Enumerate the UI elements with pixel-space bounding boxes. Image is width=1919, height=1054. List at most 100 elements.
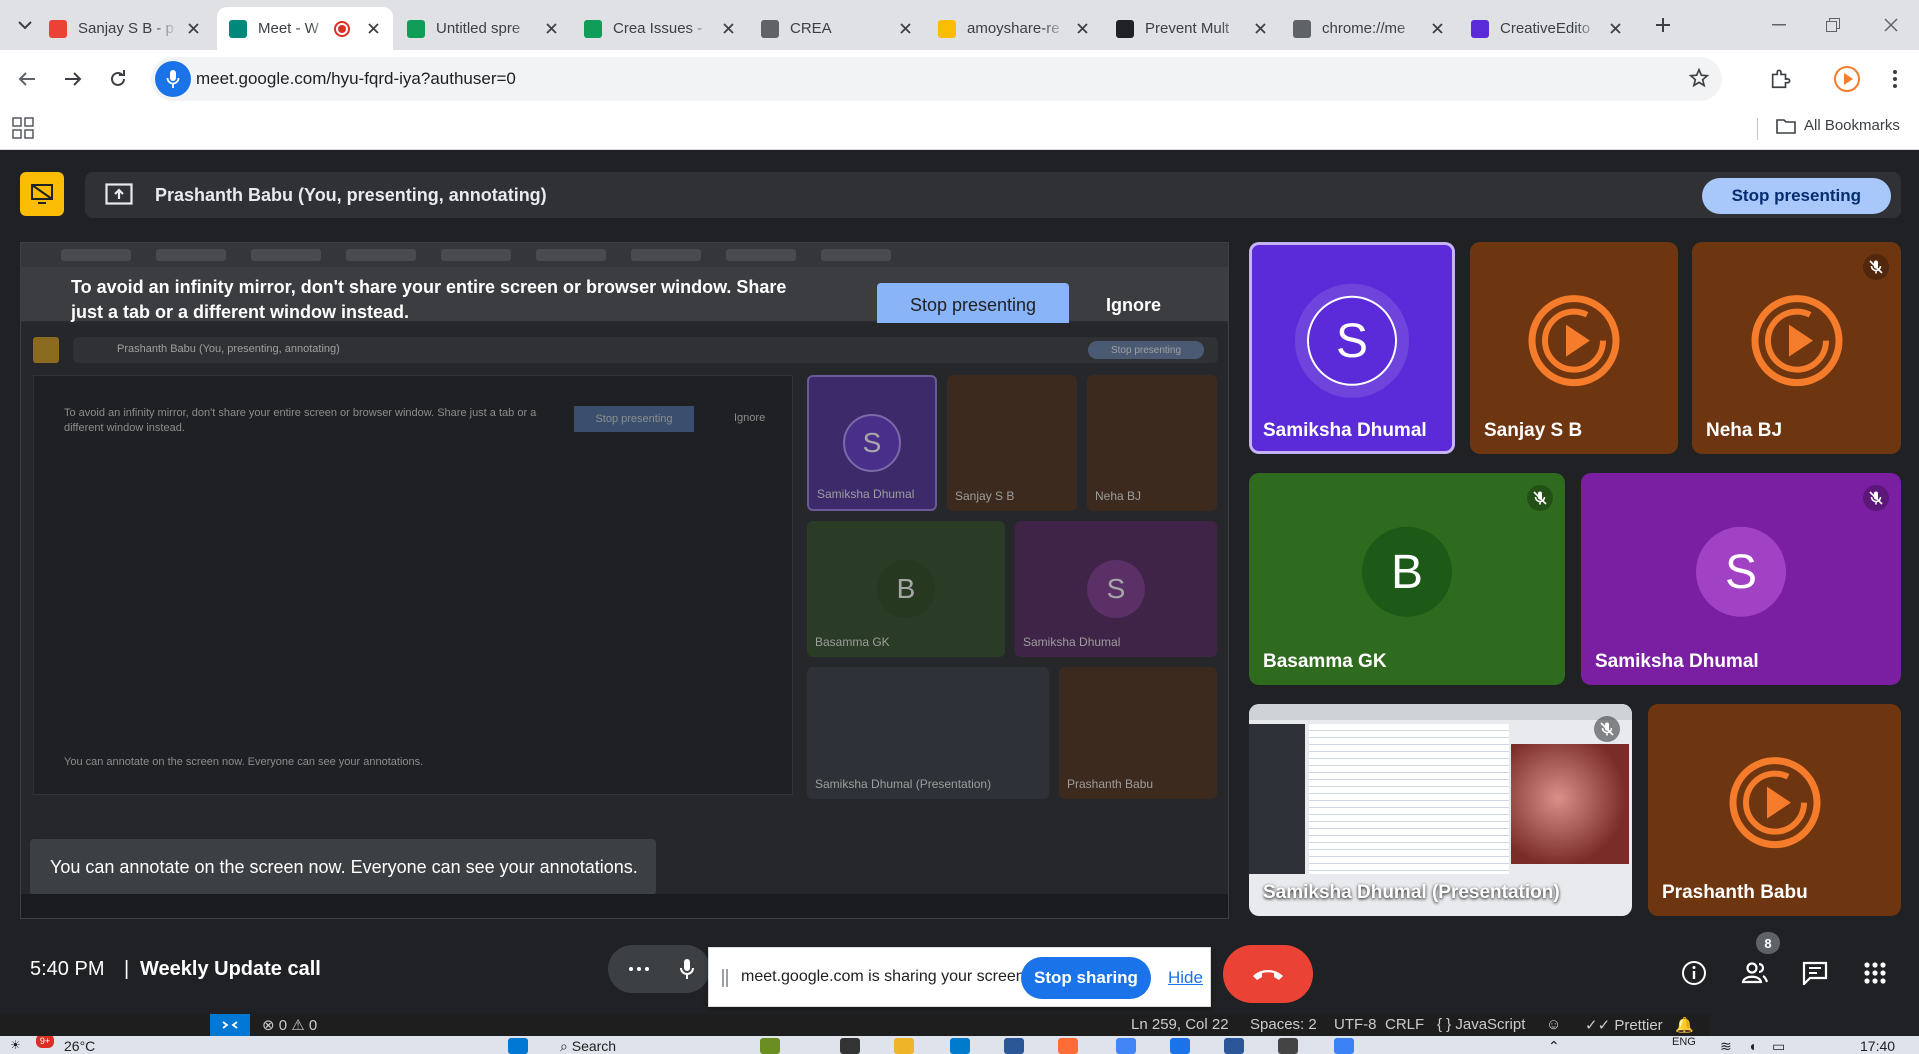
close-tab-icon[interactable]: [895, 18, 915, 38]
app-icon[interactable]: [1170, 1038, 1190, 1054]
people-button[interactable]: [1740, 958, 1770, 988]
close-tab-icon[interactable]: [1072, 18, 1092, 38]
remote-indicator[interactable]: [210, 1014, 250, 1036]
chat-button[interactable]: [1800, 958, 1830, 988]
maximize-button[interactable]: [1820, 12, 1846, 38]
taskbar-search[interactable]: ⌕ Search: [560, 1038, 616, 1054]
stop-sharing-button[interactable]: Stop sharing: [1021, 957, 1151, 999]
browser-tab[interactable]: Untitled spre: [395, 7, 571, 50]
chevron-up-icon[interactable]: ⌃: [1548, 1038, 1560, 1054]
warning-icon: ⚠: [291, 1017, 305, 1034]
indentation[interactable]: Spaces: 2: [1250, 1016, 1317, 1033]
language-mode[interactable]: { } JavaScript: [1437, 1016, 1525, 1033]
nested-tile: Prashanth Babu: [1059, 667, 1217, 799]
minimize-button[interactable]: [1766, 12, 1792, 38]
voice-search-button[interactable]: [155, 61, 191, 97]
more-options-button[interactable]: [622, 953, 656, 985]
browser-tab[interactable]: amoyshare-re: [926, 7, 1102, 50]
chrome-icon[interactable]: [1116, 1038, 1136, 1054]
windows-start-icon[interactable]: [508, 1038, 528, 1054]
extensions-button[interactable]: [1765, 64, 1795, 94]
encoding[interactable]: UTF-8: [1334, 1016, 1377, 1033]
warning-stop-presenting-button[interactable]: Stop presenting: [877, 283, 1069, 327]
back-button[interactable]: [12, 64, 42, 94]
address-bar[interactable]: meet.google.com/hyu-fqrd-iya?authuser=0: [151, 57, 1722, 101]
participant-tile[interactable]: S Samiksha Dhumal: [1249, 242, 1455, 454]
close-tab-icon[interactable]: [1427, 18, 1447, 38]
line-ending[interactable]: CRLF: [1385, 1016, 1424, 1033]
app-icon[interactable]: [1334, 1038, 1354, 1054]
app-icon[interactable]: [1004, 1038, 1024, 1054]
close-tab-icon[interactable]: [183, 18, 203, 38]
close-window-button[interactable]: [1878, 12, 1904, 38]
meeting-details-button[interactable]: [1679, 958, 1709, 988]
url-text[interactable]: meet.google.com/hyu-fqrd-iya?authuser=0: [196, 69, 516, 89]
participant-tile[interactable]: Sanjay S B: [1470, 242, 1678, 454]
problems-indicator[interactable]: ⊗ 0 ⚠ 0: [262, 1016, 317, 1034]
profile-logo-icon: [1834, 66, 1860, 92]
participant-tile[interactable]: Samiksha Dhumal (Presentation): [1249, 704, 1632, 916]
notifications-icon[interactable]: 🔔: [1675, 1016, 1694, 1034]
battery-icon[interactable]: ▭: [1772, 1038, 1785, 1054]
browser-tab[interactable]: CreativeEdito: [1459, 7, 1635, 50]
browser-tab[interactable]: chrome://me: [1281, 7, 1457, 50]
word-icon[interactable]: [1224, 1038, 1244, 1054]
prettier-status[interactable]: ✓✓ Prettier: [1585, 1016, 1663, 1034]
cursor-position[interactable]: Ln 259, Col 22: [1131, 1016, 1229, 1033]
new-tab-button[interactable]: [1650, 12, 1676, 38]
participant-tile[interactable]: Neha BJ: [1692, 242, 1901, 454]
microphone-icon: [166, 70, 180, 88]
clock[interactable]: 17:40: [1860, 1038, 1895, 1054]
warning-ignore-button[interactable]: Ignore: [1106, 283, 1161, 327]
drag-handle-icon[interactable]: [722, 969, 728, 987]
tab-search-button[interactable]: [12, 13, 38, 37]
screen-share-notification: meet.google.com is sharing your screen. …: [708, 947, 1211, 1007]
browser-tab[interactable]: Sanjay S B - p: [37, 7, 213, 50]
terminal-icon[interactable]: [1278, 1038, 1298, 1054]
temperature[interactable]: 26°C: [64, 1038, 95, 1054]
participant-tile[interactable]: S Samiksha Dhumal: [1581, 473, 1901, 685]
forward-button[interactable]: [58, 64, 88, 94]
all-bookmarks-button[interactable]: All Bookmarks: [1776, 117, 1900, 134]
close-tab-icon[interactable]: [1605, 18, 1625, 38]
nested-presenting-indicator: [33, 337, 59, 363]
stop-presenting-button[interactable]: Stop presenting: [1701, 178, 1891, 214]
participant-tile[interactable]: Prashanth Babu: [1648, 704, 1901, 916]
chevron-down-icon: [18, 21, 32, 30]
browser-tab[interactable]: Prevent Mult: [1104, 7, 1280, 50]
close-tab-icon[interactable]: [541, 18, 561, 38]
leave-call-button[interactable]: [1223, 945, 1313, 1003]
bookmark-star-icon[interactable]: [1688, 67, 1710, 89]
avatar: B: [1362, 526, 1452, 617]
speaker-icon[interactable]: ◖: [1748, 1038, 1756, 1054]
postman-icon[interactable]: [1058, 1038, 1078, 1054]
annotate-toast: You can annotate on the screen now. Ever…: [30, 839, 656, 895]
profile-avatar[interactable]: [1832, 64, 1862, 94]
activities-button[interactable]: [1860, 958, 1890, 988]
apps-button[interactable]: [12, 117, 36, 141]
copilot-icon[interactable]: ☺: [1546, 1016, 1561, 1033]
file-explorer-icon[interactable]: [894, 1038, 914, 1054]
presenting-indicator[interactable]: [20, 172, 64, 216]
widget-icon[interactable]: [760, 1038, 780, 1054]
participant-tile[interactable]: B Basamma GK: [1249, 473, 1565, 685]
input-language[interactable]: ENG: [1672, 1036, 1696, 1048]
avatar: S: [1307, 295, 1397, 386]
weather-icon[interactable]: ☀: [10, 1038, 21, 1052]
tab-strip: Sanjay S B - p Meet - W Untitled spre Crea …: [0, 0, 1919, 50]
browser-tab[interactable]: CREA: [749, 7, 925, 50]
browser-tab[interactable]: Meet - W: [217, 7, 393, 50]
app-icon[interactable]: [840, 1038, 860, 1054]
browser-tab[interactable]: Crea Issues -: [572, 7, 748, 50]
reload-button[interactable]: [103, 64, 133, 94]
close-tab-icon[interactable]: [718, 18, 738, 38]
hide-notification-link[interactable]: Hide: [1168, 968, 1203, 988]
microphone-button[interactable]: [670, 953, 704, 985]
close-tab-icon[interactable]: [363, 18, 383, 38]
vscode-icon[interactable]: [950, 1038, 970, 1054]
browser-menu-button[interactable]: [1880, 64, 1910, 94]
close-tab-icon[interactable]: [1250, 18, 1270, 38]
microphone-icon: [680, 959, 694, 979]
wifi-icon[interactable]: ≋: [1720, 1038, 1732, 1054]
stop-screen-share-icon: [31, 184, 53, 204]
